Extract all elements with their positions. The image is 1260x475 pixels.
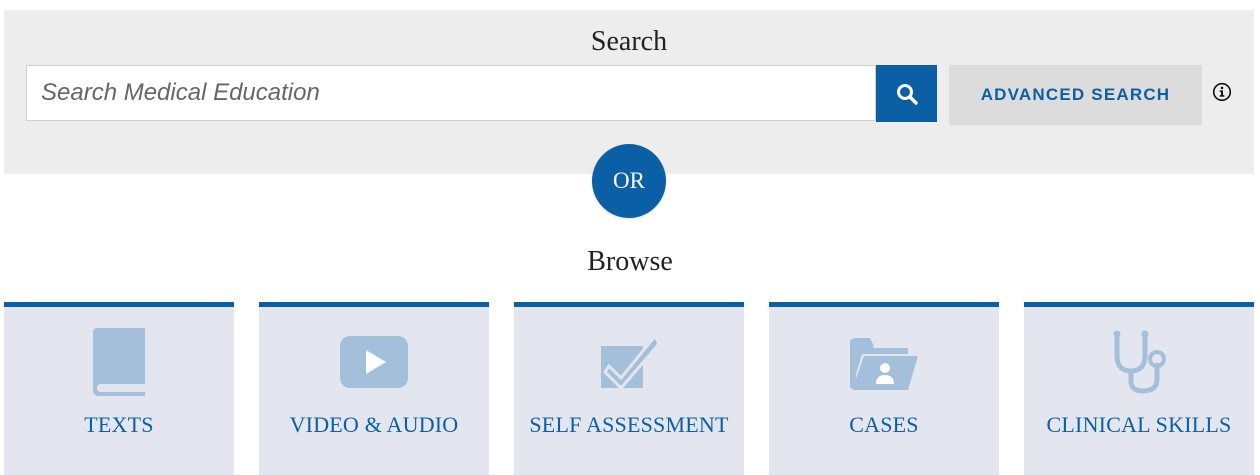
tile-label: VIDEO & AUDIO xyxy=(289,412,459,437)
or-divider: OR xyxy=(592,144,666,218)
folder-user-icon xyxy=(844,327,924,397)
book-icon xyxy=(79,327,159,397)
video-play-icon xyxy=(334,327,414,397)
tile-label: SELF ASSESSMENT xyxy=(529,412,729,437)
browse-tile-self-assessment[interactable]: SELF ASSESSMENT xyxy=(514,302,744,475)
tile-label: CASES xyxy=(849,412,919,437)
tile-label: TEXTS xyxy=(84,412,154,437)
stethoscope-icon xyxy=(1099,327,1179,397)
browse-tile-cases[interactable]: CASES xyxy=(769,302,999,475)
info-icon[interactable] xyxy=(1212,82,1232,102)
browse-heading: Browse xyxy=(587,246,673,277)
search-button[interactable] xyxy=(876,65,937,122)
checkbox-icon xyxy=(589,327,669,397)
search-input[interactable] xyxy=(26,65,876,121)
search-heading: Search xyxy=(590,26,668,57)
browse-tile-clinical-skills[interactable]: CLINICAL SKILLS xyxy=(1024,302,1254,475)
tile-label: CLINICAL SKILLS xyxy=(1046,412,1232,437)
search-icon xyxy=(896,83,918,105)
advanced-search-button[interactable]: ADVANCED SEARCH xyxy=(949,65,1202,125)
browse-tile-texts[interactable]: TEXTS xyxy=(4,302,234,475)
browse-tile-video-audio[interactable]: VIDEO & AUDIO xyxy=(259,302,489,475)
